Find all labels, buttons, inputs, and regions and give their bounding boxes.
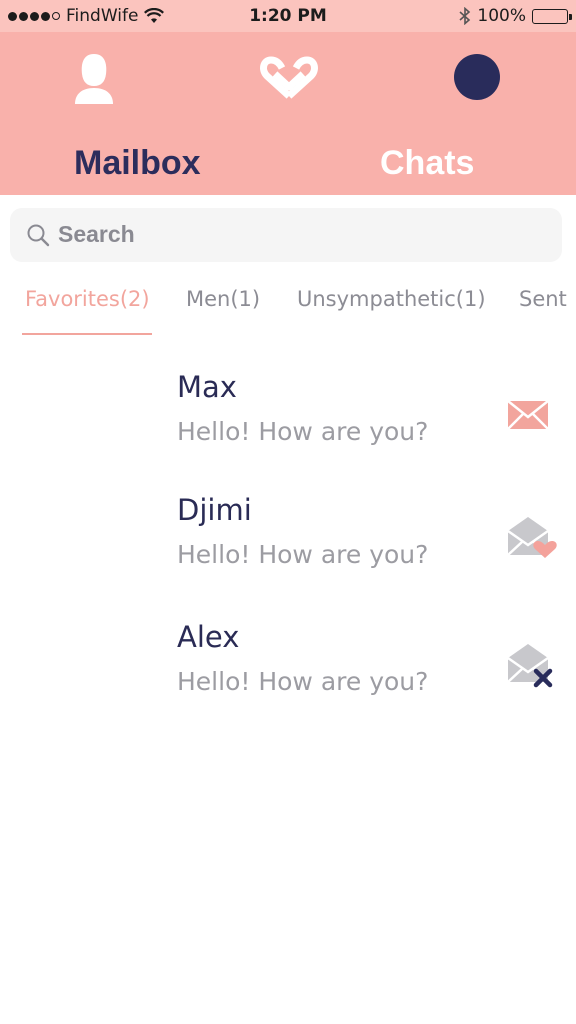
envelope-open-x-icon[interactable] <box>505 638 559 688</box>
message-preview: Hello! How are you? <box>177 417 429 446</box>
profile-icon[interactable] <box>70 52 118 104</box>
tab-chats[interactable]: Chats <box>380 144 474 183</box>
tab-mailbox[interactable]: Mailbox <box>74 144 201 183</box>
logo-hearts-icon <box>260 56 318 99</box>
search-input[interactable]: Search <box>10 208 562 262</box>
message-preview: Hello! How are you? <box>177 540 429 569</box>
list-item[interactable]: Max Hello! How are you? <box>0 370 576 480</box>
search-icon <box>27 224 50 247</box>
envelope-open-heart-icon[interactable] <box>505 511 559 561</box>
filter-unsympathetic[interactable]: Unsympathetic(1) <box>297 287 493 311</box>
search-placeholder: Search <box>58 221 135 247</box>
filter-sent[interactable]: Sent <box>519 287 567 311</box>
battery-icon <box>532 8 572 24</box>
avatar[interactable] <box>454 54 500 100</box>
status-right: 100% <box>459 6 572 26</box>
active-filter-underline <box>22 333 152 335</box>
sender-name: Djimi <box>177 493 252 527</box>
envelope-closed-icon[interactable] <box>505 388 559 438</box>
bluetooth-icon <box>459 7 471 25</box>
sender-name: Alex <box>177 620 240 654</box>
message-preview: Hello! How are you? <box>177 667 429 696</box>
list-item[interactable]: Djimi Hello! How are you? <box>0 493 576 603</box>
status-bar: FindWife 1:20 PM 100% <box>0 0 576 32</box>
filter-favorites[interactable]: Favorites(2) <box>25 287 150 311</box>
filter-men[interactable]: Men(1) <box>186 287 260 311</box>
sender-name: Max <box>177 370 237 404</box>
battery-percent: 100% <box>477 6 526 26</box>
header: Mailbox Chats <box>0 32 576 195</box>
list-item[interactable]: Alex Hello! How are you? <box>0 620 576 730</box>
